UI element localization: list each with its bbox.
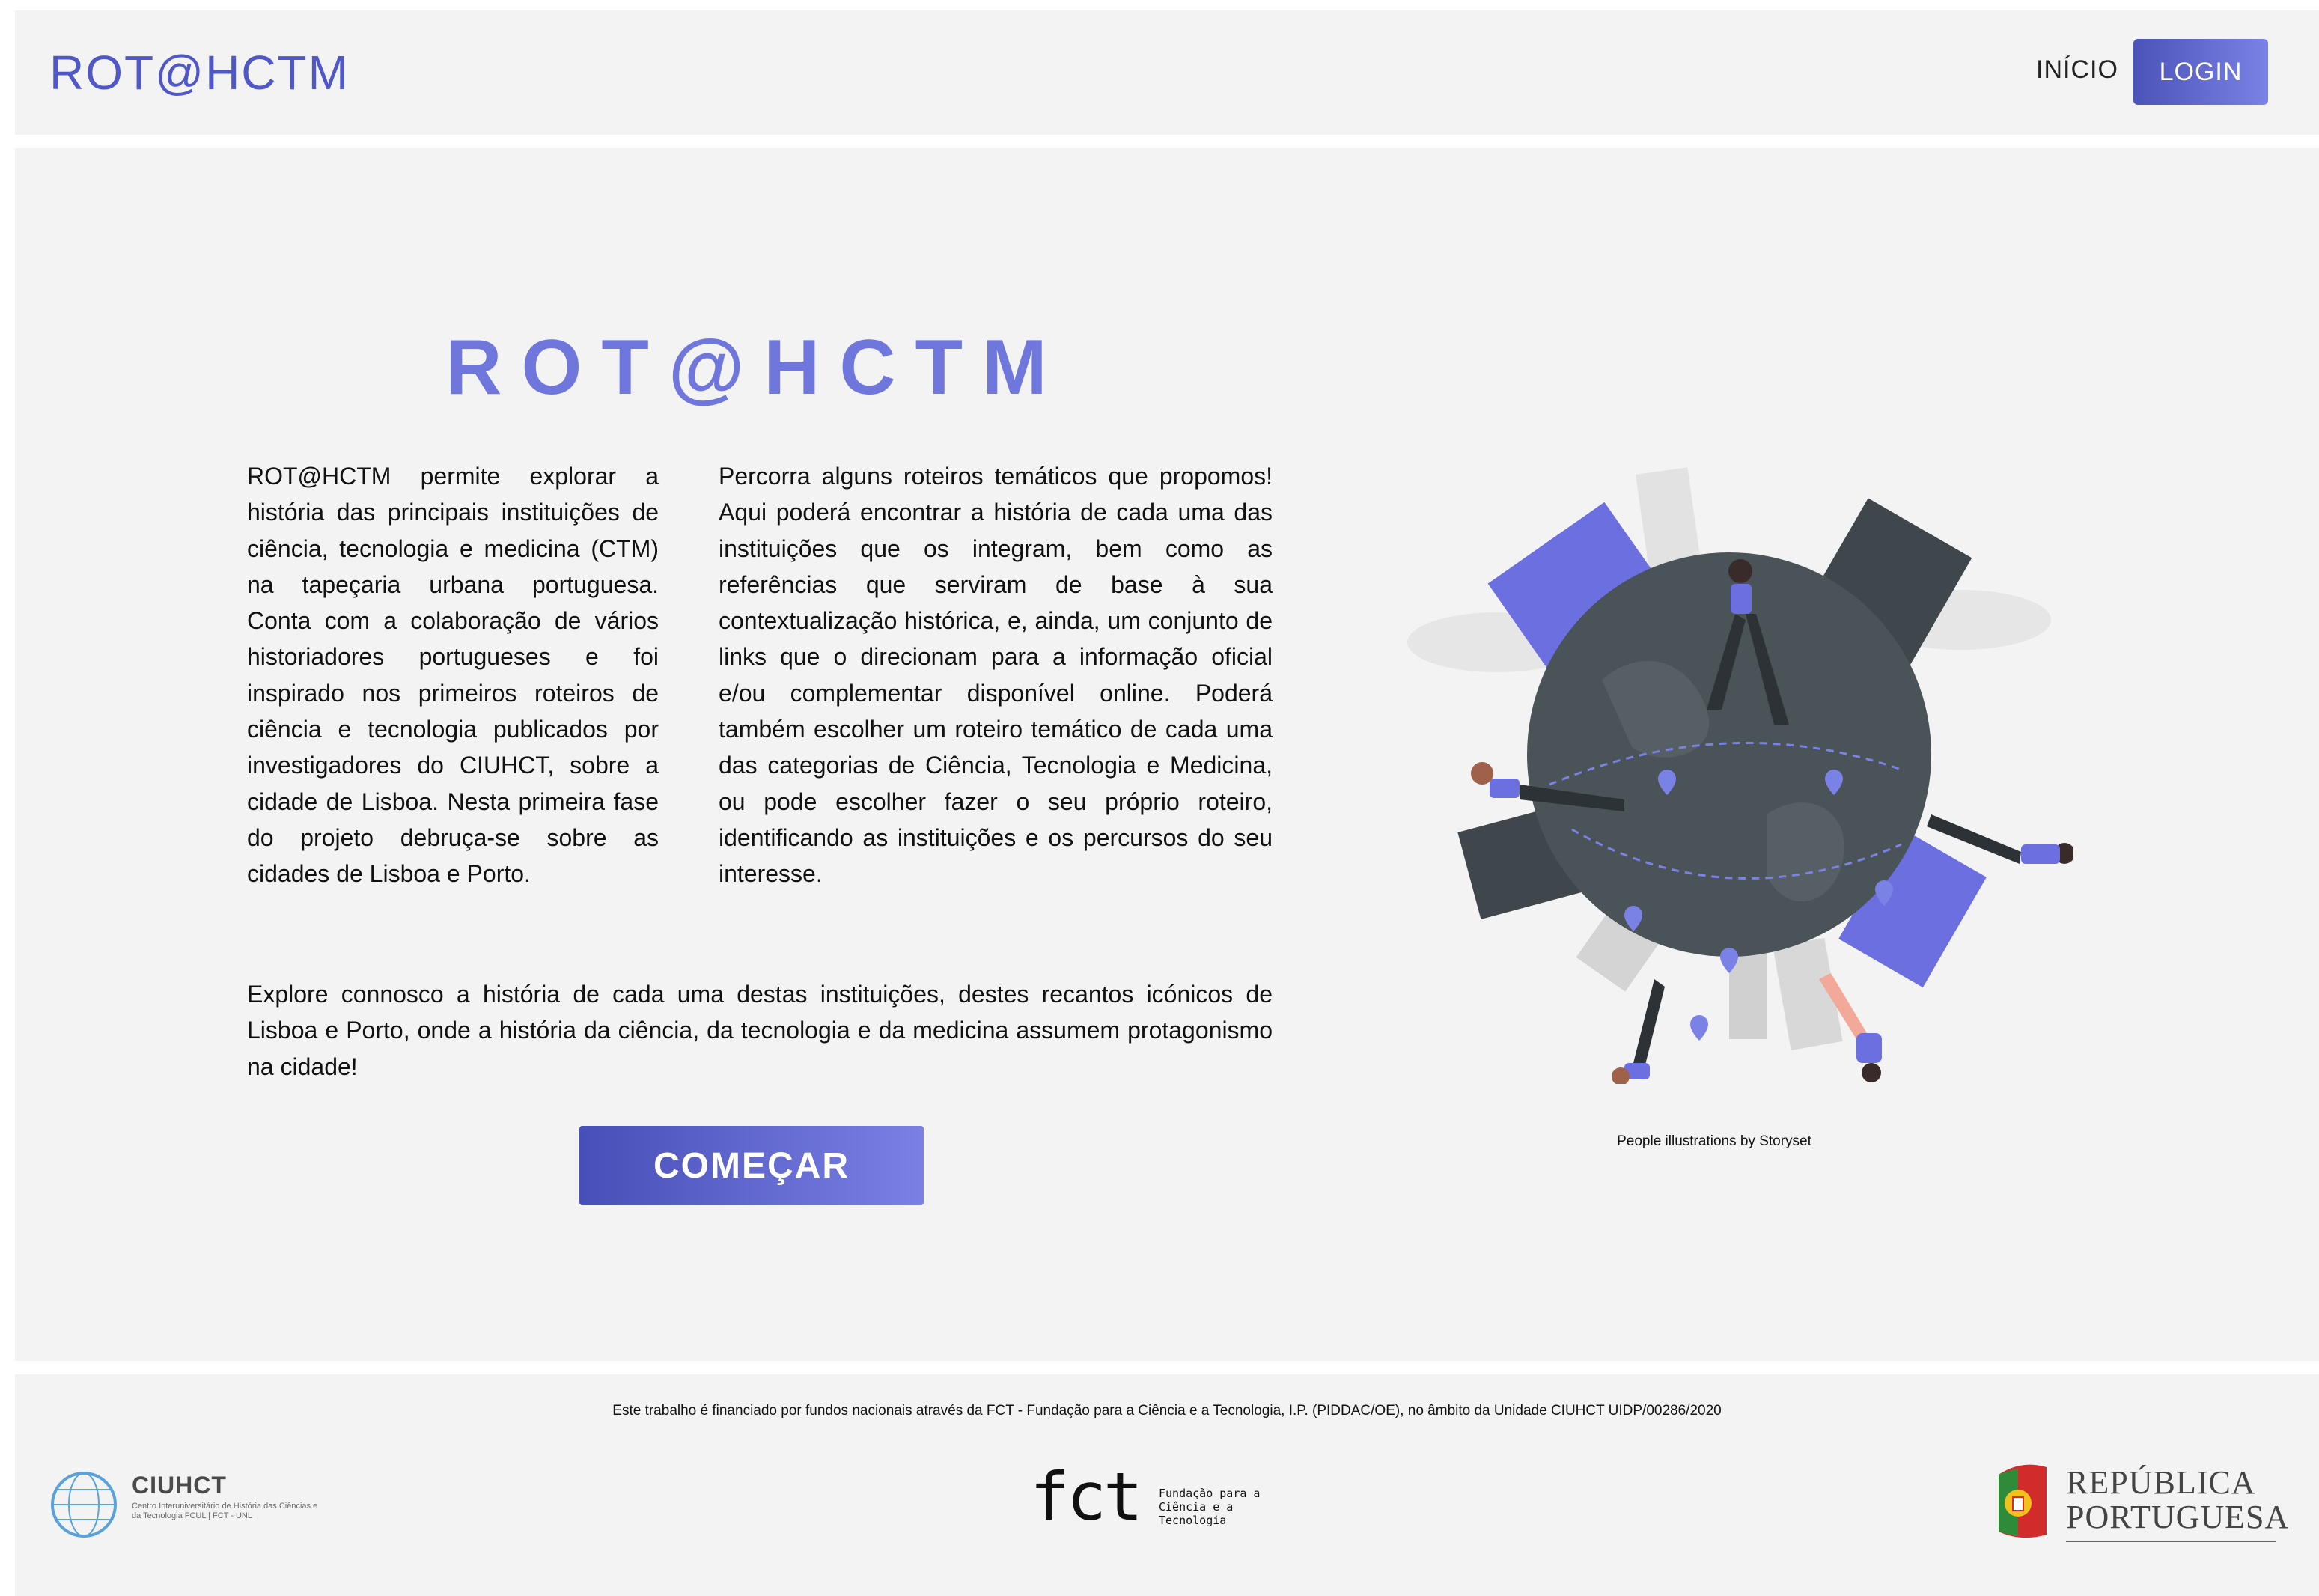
nav-inicio-link[interactable]: INÍCIO (2036, 55, 2118, 85)
ciuhct-subtitle: Centro Interuniversitário de História da… (132, 1502, 318, 1520)
hero-title: ROT@HCTM (445, 324, 1067, 411)
illustration-credit[interactable]: People illustrations by Storyset (1557, 1133, 1871, 1150)
login-button[interactable]: LOGIN (2133, 39, 2268, 105)
header: ROT@HCTM INÍCIO LOGIN (15, 10, 2319, 135)
brand-logo[interactable]: ROT@HCTM (49, 45, 350, 100)
ciuhct-logo[interactable]: CIUHCT Centro Interuniversitário de Hist… (48, 1464, 332, 1547)
fct-subtitle: Fundação para a Ciência e a Tecnologia (1159, 1487, 1261, 1527)
person-illustration (1612, 979, 1665, 1084)
republica-portuguesa-logo[interactable]: REPÚBLICA PORTUGUESA (1991, 1455, 2291, 1553)
intro-paragraph-2: Percorra alguns roteiros temáticos que p… (719, 463, 1273, 888)
start-button[interactable]: COMEÇAR (579, 1126, 924, 1205)
main-content: ROT@HCTM ROT@HCTM permite explorar a his… (15, 148, 2319, 1361)
republica-portuguesa-text: REPÚBLICA PORTUGUESA (2066, 1464, 2290, 1535)
intro-paragraph-1: ROT@HCTM permite explorar a história das… (247, 463, 659, 888)
portugal-flag-icon (1999, 1464, 2047, 1538)
ciuhct-name: CIUHCT (132, 1472, 227, 1499)
map-pin-icon (1690, 1015, 1708, 1041)
ciuhct-globe-icon (51, 1472, 117, 1538)
funding-text: Este trabalho é financiado por fundos na… (612, 1403, 1722, 1419)
logo-underline (2066, 1541, 2276, 1542)
footer: Este trabalho é financiado por fundos na… (15, 1374, 2319, 1596)
globe-illustration (1407, 467, 2073, 1084)
fct-mark: fct (1030, 1458, 1143, 1535)
fct-logo[interactable]: fct Fundação para a Ciência e a Tecnolog… (1030, 1464, 1277, 1547)
intro-paragraph-3: Explore connosco a história de cada uma … (247, 981, 1273, 1080)
globe-shape (1527, 552, 1931, 957)
